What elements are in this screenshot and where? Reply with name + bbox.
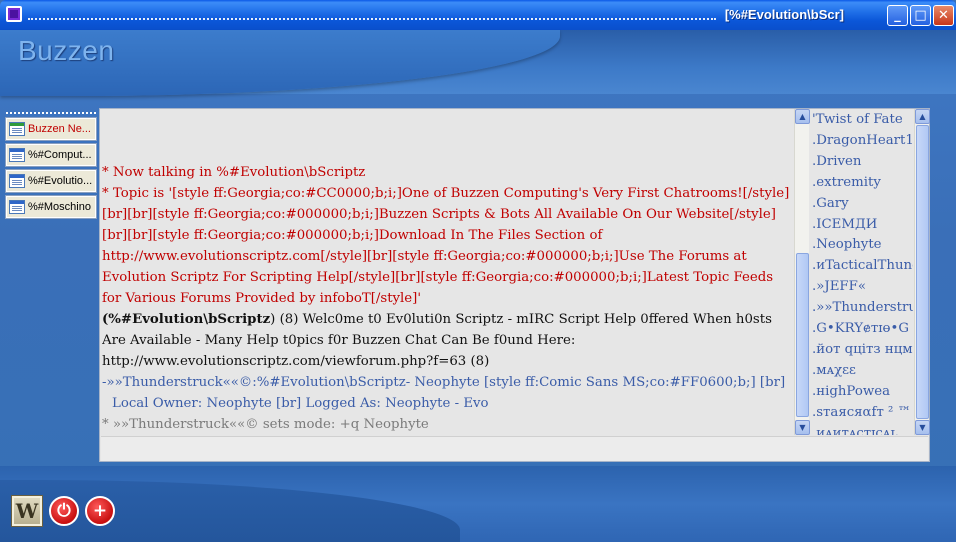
channel-name-bold: (%#Evolution\bScriptz	[102, 312, 271, 327]
channel-window-icon	[9, 174, 25, 188]
channel-window-icon	[9, 148, 25, 162]
close-button[interactable]: ✕	[933, 5, 954, 26]
chat-line-topic: * Topic is '[style ff:Georgia;co:#CC0000…	[102, 186, 790, 306]
nicklist-scrollbar[interactable]: ▲ ▼	[914, 109, 930, 435]
nick-item[interactable]: .йот qцiтз нцм	[811, 340, 913, 361]
sidebar-item-computing[interactable]: %#Comput...	[5, 143, 97, 167]
nick-item[interactable]: .G•KRYɇᴛɪɵ•G	[811, 319, 913, 340]
sidebar-item-label: %#Moschino	[28, 201, 91, 213]
nick-item[interactable]: .ᴎTacticalThunder	[811, 256, 913, 277]
scroll-up-button[interactable]: ▲	[795, 109, 810, 124]
nick-item[interactable]: .ᴎᴀᴎᴛᴀᴄᴛɪᴄᴀʟ	[811, 424, 913, 435]
sidebar-item-evolution[interactable]: %#Evolutio...	[5, 169, 97, 193]
maximize-button[interactable]: □	[910, 5, 931, 26]
channel-window: * Now talking in %#Evolution\bScriptz * …	[99, 108, 930, 462]
chat-line-notice-continued: Local Owner: Neophyte [br] Logged As: Ne…	[112, 396, 489, 411]
chat-line-now-talking: * Now talking in %#Evolution\bScriptz	[102, 165, 366, 180]
nick-item[interactable]: .Gary	[811, 194, 913, 215]
scroll-thumb[interactable]	[916, 125, 929, 419]
minimize-button[interactable]: _	[887, 5, 908, 26]
add-icon[interactable]: +	[85, 496, 115, 526]
channel-switchbar: Buzzen Ne... %#Comput... %#Evolutio... %…	[5, 112, 97, 222]
app-icon[interactable]	[6, 6, 22, 22]
nick-item[interactable]: .»»Thunderstruck	[811, 298, 913, 319]
scroll-down-button[interactable]: ▼	[915, 420, 930, 435]
nick-item[interactable]: .ѕтаясяαfт ² ™	[811, 403, 913, 424]
sidebar-item-label: Buzzen Ne...	[28, 123, 91, 135]
chat-line-channel-info: (%#Evolution\bScriptz) (8) Welc0me t0 Ev…	[102, 309, 794, 372]
sidebar-item-moschino[interactable]: %#Moschino	[5, 195, 97, 219]
nick-item[interactable]: .ICEMДИ	[811, 215, 913, 236]
message-input[interactable]	[101, 436, 928, 461]
nick-item[interactable]: .нighPowea	[811, 382, 913, 403]
channel-window-icon	[9, 200, 25, 214]
client-area: Buzzen Buzzen Ne... %#Comput... %#Evolut…	[0, 30, 956, 542]
nick-item[interactable]: 'Twist of Fate	[811, 110, 913, 131]
nick-item[interactable]: .DragonHeart1	[811, 131, 913, 152]
nick-item[interactable]: .»JEFF«	[811, 277, 913, 298]
sidebar-item-label: %#Comput...	[28, 149, 92, 161]
status-window-icon	[9, 122, 25, 136]
scroll-thumb[interactable]	[796, 253, 809, 417]
sidebar-item-label: %#Evolutio...	[28, 175, 93, 187]
sidebar-dots	[6, 112, 96, 115]
nick-list[interactable]: 'Twist of Fate .DragonHeart1 .Driven .ex…	[811, 109, 913, 435]
nick-item[interactable]: .Neophyte	[811, 235, 913, 256]
power-icon[interactable]: ⏻	[49, 496, 79, 526]
chat-scrollbar[interactable]: ▲ ▼	[794, 109, 810, 435]
scroll-down-button[interactable]: ▼	[795, 420, 810, 435]
title-dots	[28, 18, 716, 20]
nick-item[interactable]: .extremity	[811, 173, 913, 194]
chat-log[interactable]: * Now talking in %#Evolution\bScriptz * …	[102, 109, 794, 435]
footer-band	[0, 466, 956, 542]
scroll-up-button[interactable]: ▲	[915, 109, 930, 124]
nick-item[interactable]: .ᴍᴀχɛɛ	[811, 361, 913, 382]
brand-logo-text: Buzzen	[18, 35, 115, 66]
chat-line-notice: -»»Thunderstruck««©:%#Evolution\bScriptz…	[102, 375, 786, 390]
nick-item[interactable]: .Driven	[811, 152, 913, 173]
chat-line-mode: * »»Thunderstruck««© sets mode: +q Neoph…	[102, 417, 429, 432]
sidebar-item-buzzen-network[interactable]: Buzzen Ne...	[5, 117, 97, 141]
window-title: [%#Evolution\bScr]	[724, 7, 844, 22]
winamp-icon[interactable]: W	[11, 495, 43, 527]
title-bar[interactable]: [%#Evolution\bScr] _ □ ✕	[0, 0, 956, 30]
